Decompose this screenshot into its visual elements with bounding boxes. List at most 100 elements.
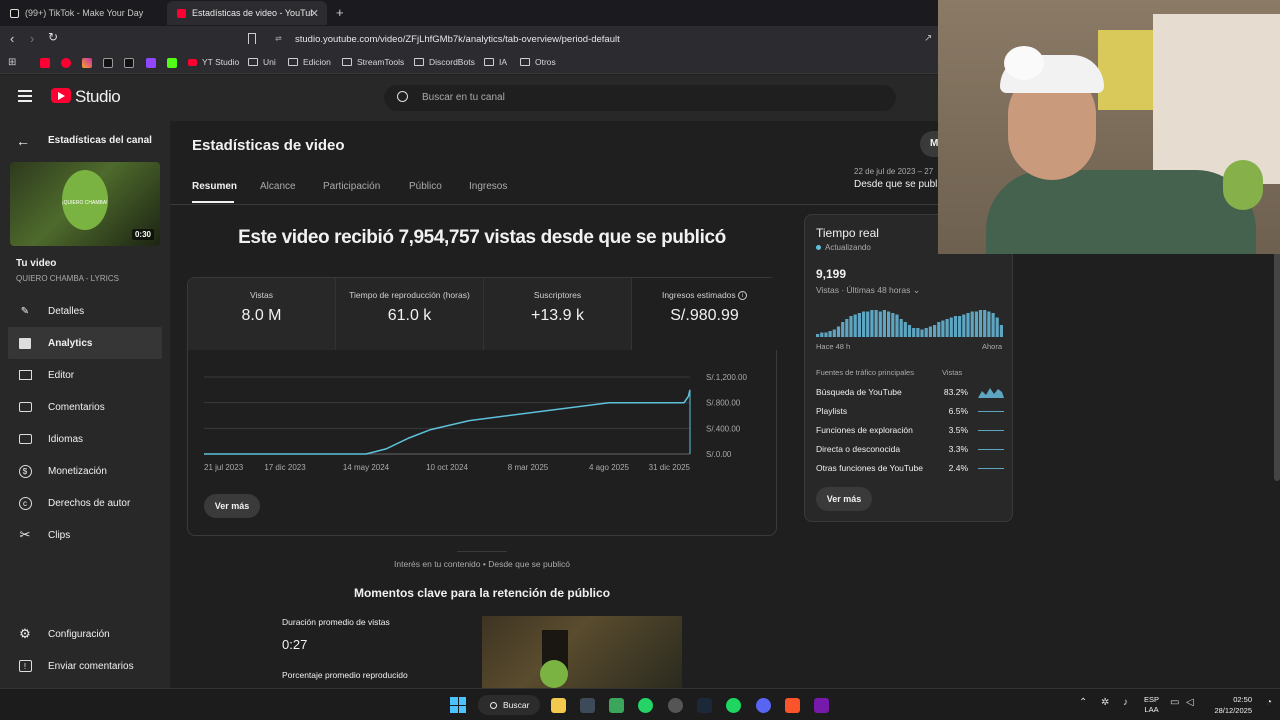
- realtime-bar[interactable]: [853, 314, 857, 338]
- bookmark-folder-discordbots[interactable]: DiscordBots: [414, 57, 475, 67]
- realtime-bar[interactable]: [832, 329, 836, 338]
- microphone-icon[interactable]: ♪: [1123, 697, 1128, 708]
- volume-icon[interactable]: ◁: [1186, 697, 1194, 708]
- realtime-bar[interactable]: [824, 332, 828, 338]
- network-icon[interactable]: ▭: [1170, 697, 1179, 708]
- tab-ingresos[interactable]: Ingresos: [469, 181, 507, 192]
- realtime-bar[interactable]: [987, 311, 991, 338]
- tray-chevron-icon[interactable]: ⌃: [1079, 697, 1087, 708]
- realtime-bar[interactable]: [841, 322, 845, 337]
- nav-feedback[interactable]: ! Enviar comentarios: [8, 650, 162, 682]
- nav-languages[interactable]: Idiomas: [8, 423, 162, 455]
- realtime-bar[interactable]: [891, 313, 895, 337]
- bookmark-yt-studio[interactable]: YT Studio: [188, 57, 239, 67]
- browser-tab-tiktok[interactable]: (99+) TikTok - Make Your Day: [0, 1, 165, 25]
- back-arrow-icon[interactable]: ←: [16, 133, 30, 149]
- nav-analytics[interactable]: Analytics: [8, 327, 162, 359]
- realtime-bar[interactable]: [953, 316, 958, 337]
- realtime-bar[interactable]: [983, 310, 987, 337]
- realtime-bar[interactable]: [857, 313, 861, 337]
- bookmark-folder-uni[interactable]: Uni: [248, 57, 276, 67]
- bookmark-folder-otros[interactable]: Otros: [520, 57, 556, 67]
- realtime-bar[interactable]: [958, 316, 962, 337]
- source-row[interactable]: Otras funciones de YouTube 2.4%: [816, 461, 1004, 475]
- realtime-bar[interactable]: [949, 317, 953, 338]
- taskbar-search[interactable]: Buscar: [478, 695, 540, 715]
- youtube-bookmark-icon[interactable]: [40, 58, 50, 68]
- spotify-icon[interactable]: [726, 698, 741, 713]
- new-tab-icon[interactable]: +: [336, 5, 344, 20]
- nav-editor[interactable]: Editor: [8, 359, 162, 391]
- notification-icon[interactable]: ◔: [1266, 697, 1272, 708]
- date-range-selector[interactable]: Desde que se publi: [854, 179, 940, 190]
- tab-publico[interactable]: Público: [409, 181, 442, 192]
- tab-participacion[interactable]: Participación: [323, 181, 380, 192]
- share-icon[interactable]: ↗: [924, 33, 932, 44]
- realtime-bar[interactable]: [916, 328, 920, 337]
- realtime-bar[interactable]: [878, 311, 882, 338]
- realtime-bar[interactable]: [866, 311, 870, 338]
- chrome-icon[interactable]: [609, 698, 624, 713]
- language-indicator[interactable]: ESP LAA: [1144, 695, 1159, 715]
- reload-icon[interactable]: ↻: [48, 30, 58, 44]
- realtime-bar[interactable]: [928, 326, 932, 338]
- realtime-bar[interactable]: [828, 331, 832, 337]
- tray-app-icon[interactable]: ✲: [1101, 697, 1109, 708]
- tab-resumen[interactable]: Resumen: [192, 181, 237, 192]
- realtime-bar[interactable]: [849, 316, 853, 337]
- realtime-bar[interactable]: [991, 313, 995, 337]
- realtime-bar[interactable]: [995, 317, 999, 338]
- realtime-bar[interactable]: [924, 328, 928, 337]
- realtime-bar[interactable]: [820, 332, 824, 338]
- realtime-bar[interactable]: [941, 320, 945, 338]
- bookmark-folder-ia[interactable]: IA: [484, 57, 507, 67]
- tab-alcance[interactable]: Alcance: [260, 181, 296, 192]
- realtime-bar[interactable]: [974, 311, 978, 338]
- realtime-bar[interactable]: [937, 322, 941, 337]
- app-icon[interactable]: [580, 698, 595, 713]
- realtime-bar[interactable]: [970, 311, 974, 338]
- whatsapp-icon[interactable]: [638, 698, 653, 713]
- apps-grid-icon[interactable]: ⊞: [8, 57, 16, 68]
- nav-clips[interactable]: ✂ Clips: [8, 519, 162, 551]
- metric-watch-time[interactable]: Tiempo de reproducción (horas) 61.0 k: [335, 278, 483, 350]
- realtime-bar[interactable]: [978, 310, 983, 337]
- realtime-bar[interactable]: [862, 311, 866, 338]
- source-row[interactable]: Búsqueda de YouTube 83.2%: [816, 385, 1004, 399]
- realtime-bar[interactable]: [907, 325, 912, 337]
- steam-helper-icon[interactable]: [668, 698, 683, 713]
- channel-analytics-link[interactable]: Estadísticas del canal: [48, 135, 152, 146]
- menu-icon[interactable]: [18, 90, 32, 102]
- realtime-bar[interactable]: [920, 329, 924, 338]
- realtime-bar[interactable]: [895, 314, 899, 338]
- browser-tab-studio[interactable]: Estadísticas de video - YouTube S ✕: [167, 1, 327, 25]
- metric-revenue[interactable]: Ingresos estimados i S/.980.99: [631, 278, 777, 350]
- bookmark-folder-edicion[interactable]: Edicion: [288, 57, 331, 67]
- source-row[interactable]: Funciones de exploración 3.5%: [816, 423, 1004, 437]
- instagram-bookmark-icon[interactable]: [82, 58, 92, 68]
- metric-subscribers[interactable]: Suscriptores +13.9 k: [483, 278, 631, 350]
- youtube-music-bookmark-icon[interactable]: [61, 58, 71, 68]
- kick-bookmark-icon[interactable]: [167, 58, 177, 68]
- twitch-bookmark-icon[interactable]: [146, 58, 156, 68]
- clock[interactable]: 02:50 28/12/2025: [1208, 694, 1252, 716]
- back-icon[interactable]: ‹: [10, 31, 14, 46]
- onenote-icon[interactable]: [814, 698, 829, 713]
- realtime-bar[interactable]: [870, 310, 874, 337]
- realtime-bar[interactable]: [933, 325, 937, 337]
- realtime-bar[interactable]: [845, 319, 849, 337]
- bookmark-icon[interactable]: [248, 33, 256, 44]
- nav-copyright[interactable]: c Derechos de autor: [8, 487, 162, 519]
- discord-icon[interactable]: [756, 698, 771, 713]
- realtime-bar[interactable]: [887, 311, 891, 338]
- site-info-icon[interactable]: ⇌: [275, 34, 282, 43]
- windows-start-icon[interactable]: [450, 697, 466, 713]
- realtime-bar[interactable]: [945, 319, 949, 337]
- tiktok-bookmark-icon[interactable]: [124, 58, 134, 68]
- realtime-period-selector[interactable]: Vistas · Últimas 48 horas ⌄: [816, 285, 920, 296]
- nav-monetization[interactable]: $ Monetización: [8, 455, 162, 487]
- realtime-bar[interactable]: [903, 322, 907, 337]
- realtime-bar[interactable]: [816, 334, 820, 337]
- bookmark-folder-streamtools[interactable]: StreamTools: [342, 57, 404, 67]
- see-more-button[interactable]: Ver más: [204, 494, 260, 518]
